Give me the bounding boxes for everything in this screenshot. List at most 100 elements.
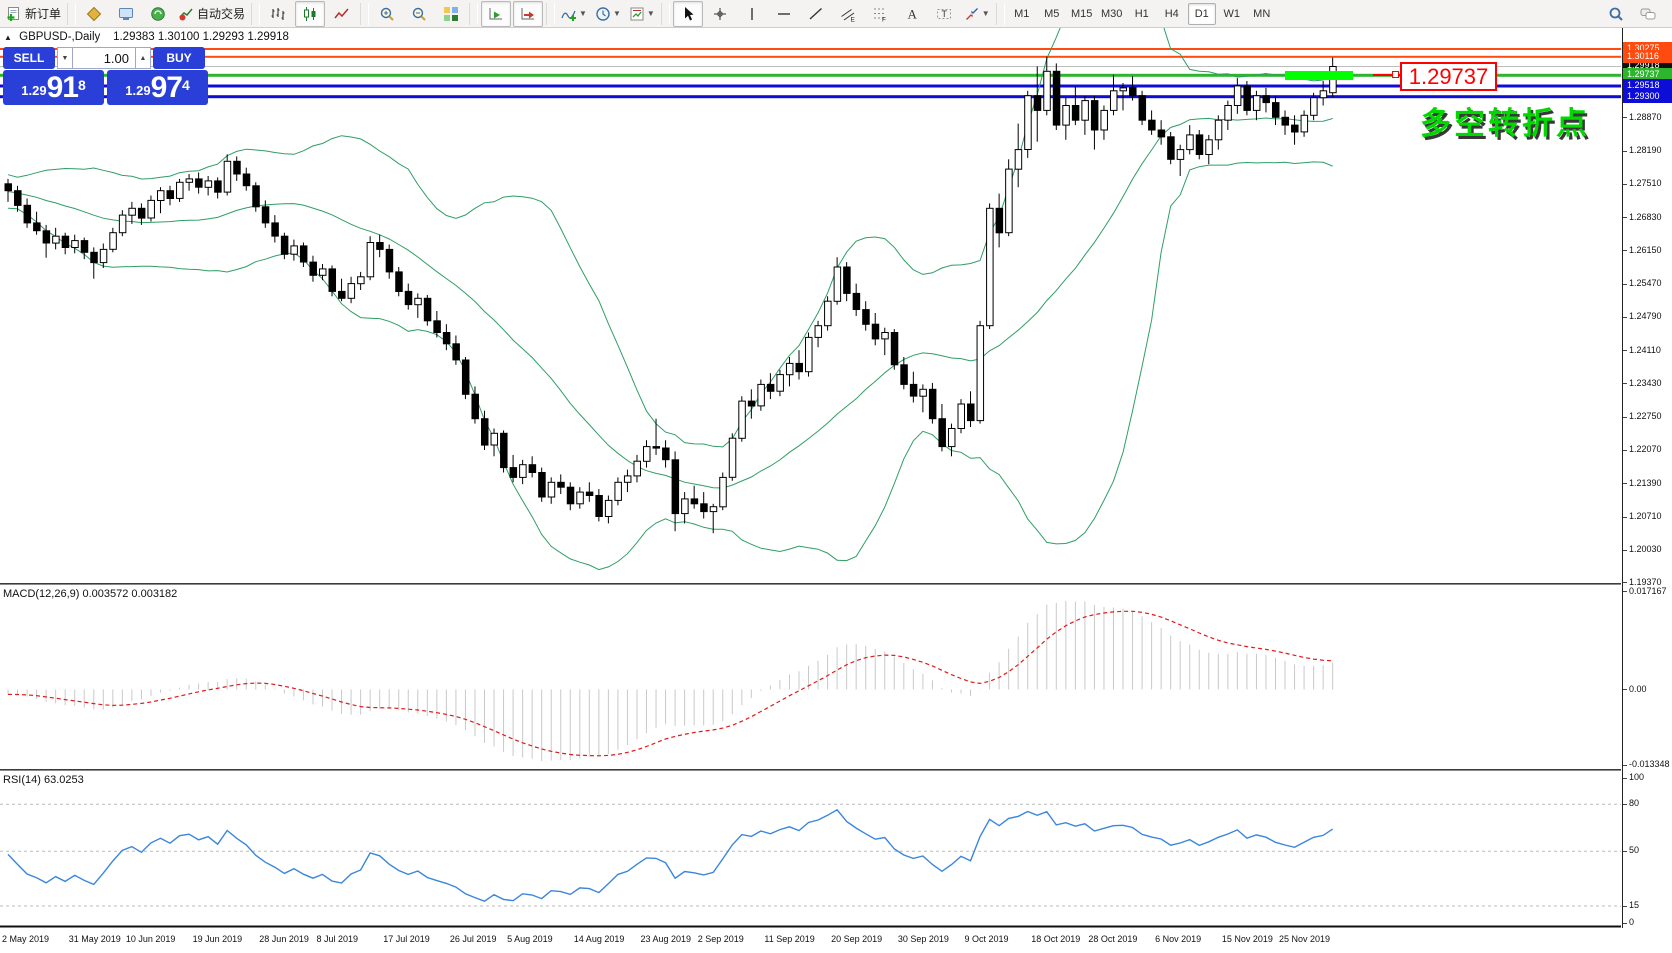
channel-button[interactable]: E bbox=[833, 1, 863, 27]
date-label: 28 Oct 2019 bbox=[1088, 934, 1137, 944]
axis-tick bbox=[1623, 765, 1627, 766]
chart-note-text[interactable]: 多空转折点 bbox=[1420, 98, 1590, 143]
new-order-button[interactable]: 新订单 bbox=[3, 1, 64, 27]
date-label: 11 Sep 2019 bbox=[764, 934, 814, 944]
chart-title: GBPUSD-,Daily bbox=[19, 31, 100, 43]
rsi-tick-label: 15 bbox=[1629, 900, 1639, 910]
bars-icon bbox=[270, 6, 286, 22]
price-tick-label: 1.23430 bbox=[1629, 378, 1662, 388]
timeframe-m5-button[interactable]: M5 bbox=[1038, 3, 1066, 25]
price-axis[interactable]: 1.288701.281901.275101.268301.261501.254… bbox=[1622, 28, 1672, 928]
chart-plot[interactable] bbox=[0, 28, 1622, 953]
timeframe-w1-button[interactable]: W1 bbox=[1218, 3, 1246, 25]
toolbar-right-icons bbox=[1600, 1, 1664, 27]
chart-area[interactable]: ▲ GBPUSD-,Daily 1.29383 1.30100 1.29293 … bbox=[0, 28, 1672, 953]
axis-tick bbox=[1623, 350, 1627, 351]
price-tag-1.29300: 1.29300 bbox=[1623, 90, 1672, 103]
buy-button[interactable]: BUY bbox=[153, 47, 205, 69]
panel-separators bbox=[0, 583, 1621, 928]
buy-price-sup: 4 bbox=[182, 70, 190, 100]
price-annotation-box[interactable]: 1.29737 bbox=[1400, 62, 1497, 91]
trendline-icon bbox=[808, 6, 824, 22]
profile-button[interactable] bbox=[79, 1, 109, 27]
volume-decrease-button[interactable]: ▼ bbox=[57, 47, 73, 69]
linechart-icon bbox=[334, 6, 350, 22]
toolbar-separator bbox=[251, 3, 260, 25]
rsi-panel bbox=[0, 804, 1621, 906]
date-label: 2 May 2019 bbox=[2, 934, 49, 944]
linechart-button[interactable] bbox=[327, 1, 357, 27]
cursor-icon bbox=[680, 6, 696, 22]
crosshair-button[interactable] bbox=[705, 1, 735, 27]
zoom-out-button[interactable] bbox=[404, 1, 434, 27]
price-tick-label: 1.20710 bbox=[1629, 511, 1662, 521]
date-label: 19 Jun 2019 bbox=[193, 934, 243, 944]
fibo-icon: F bbox=[872, 6, 888, 22]
terminal-button[interactable] bbox=[111, 1, 141, 27]
price-tick-label: 1.24790 bbox=[1629, 311, 1662, 321]
price-tag-1.30116: 1.30116 bbox=[1623, 50, 1672, 63]
volume-increase-button[interactable]: ▲ bbox=[135, 47, 151, 69]
candlesticks bbox=[5, 57, 1336, 534]
toolbar-separator bbox=[661, 3, 670, 25]
chart-ohlc-values: 1.29383 1.30100 1.29293 1.29918 bbox=[113, 31, 289, 43]
svg-text:T: T bbox=[941, 9, 947, 19]
toolbar-separator bbox=[360, 3, 369, 25]
templates-button[interactable]: ▼ bbox=[626, 1, 658, 27]
zoom-in-button[interactable] bbox=[372, 1, 402, 27]
date-label: 5 Aug 2019 bbox=[507, 934, 553, 944]
autoscroll-button[interactable] bbox=[481, 1, 511, 27]
text-button[interactable]: A bbox=[897, 1, 927, 27]
price-tick-label: 1.26830 bbox=[1629, 212, 1662, 222]
axis-tick bbox=[1623, 117, 1627, 118]
candles-button[interactable] bbox=[295, 1, 325, 27]
axis-tick bbox=[1623, 689, 1627, 690]
price-callout-anchor[interactable] bbox=[1392, 71, 1399, 78]
date-label: 30 Sep 2019 bbox=[898, 934, 949, 944]
timeframe-m15-button[interactable]: M15 bbox=[1068, 3, 1096, 25]
sell-button[interactable]: SELL bbox=[3, 47, 55, 69]
timeframe-mn-button[interactable]: MN bbox=[1248, 3, 1276, 25]
toolbar-separator bbox=[469, 3, 478, 25]
zoom-in-icon bbox=[379, 6, 395, 22]
date-label: 26 Jul 2019 bbox=[450, 934, 497, 944]
svg-text:E: E bbox=[850, 16, 855, 22]
timeframe-m1-button[interactable]: M1 bbox=[1008, 3, 1036, 25]
bars-button[interactable] bbox=[263, 1, 293, 27]
tiles-button[interactable] bbox=[436, 1, 466, 27]
date-label: 9 Oct 2019 bbox=[965, 934, 1009, 944]
axis-tick bbox=[1623, 217, 1627, 218]
hline-button[interactable] bbox=[769, 1, 799, 27]
buy-price-display[interactable]: 1.29 97 4 bbox=[107, 70, 208, 105]
date-axis[interactable]: 2 May 201931 May 201910 Jun 201919 Jun 2… bbox=[0, 928, 1622, 953]
svg-text:A: A bbox=[907, 6, 917, 21]
sell-price-small: 1.29 bbox=[21, 79, 46, 103]
arrows-button[interactable]: ▼ bbox=[961, 1, 993, 27]
timeframe-d1-button[interactable]: D1 bbox=[1188, 3, 1216, 25]
price-tick-label: 1.28870 bbox=[1629, 112, 1662, 122]
volume-input[interactable]: 1.00 bbox=[73, 47, 135, 69]
date-label: 25 Nov 2019 bbox=[1279, 934, 1330, 944]
autotrade-button[interactable]: 自动交易 bbox=[175, 1, 248, 27]
highlight-rectangle[interactable] bbox=[1285, 71, 1353, 80]
sell-price-display[interactable]: 1.29 91 8 bbox=[3, 70, 104, 105]
collapse-panel-icon[interactable]: ▲ bbox=[4, 33, 12, 42]
fibo-button[interactable]: F bbox=[865, 1, 895, 27]
date-label: 15 Nov 2019 bbox=[1222, 934, 1273, 944]
search-button[interactable] bbox=[1601, 1, 1631, 27]
tester-button[interactable] bbox=[143, 1, 173, 27]
timeframe-h4-button[interactable]: H4 bbox=[1158, 3, 1186, 25]
shift-button[interactable] bbox=[513, 1, 543, 27]
indicators-button[interactable]: ▼ bbox=[558, 1, 590, 27]
label-button[interactable]: T bbox=[929, 1, 959, 27]
periods-button[interactable]: ▼ bbox=[592, 1, 624, 27]
trendline-button[interactable] bbox=[801, 1, 831, 27]
vline-button[interactable] bbox=[737, 1, 767, 27]
timeframe-m30-button[interactable]: M30 bbox=[1098, 3, 1126, 25]
chat-button[interactable] bbox=[1633, 1, 1663, 27]
rsi-tick-label: 50 bbox=[1629, 845, 1639, 855]
cursor-button[interactable] bbox=[673, 1, 703, 27]
price-tick-label: 1.28190 bbox=[1629, 145, 1662, 155]
timeframe-h1-button[interactable]: H1 bbox=[1128, 3, 1156, 25]
axis-tick bbox=[1623, 284, 1627, 285]
